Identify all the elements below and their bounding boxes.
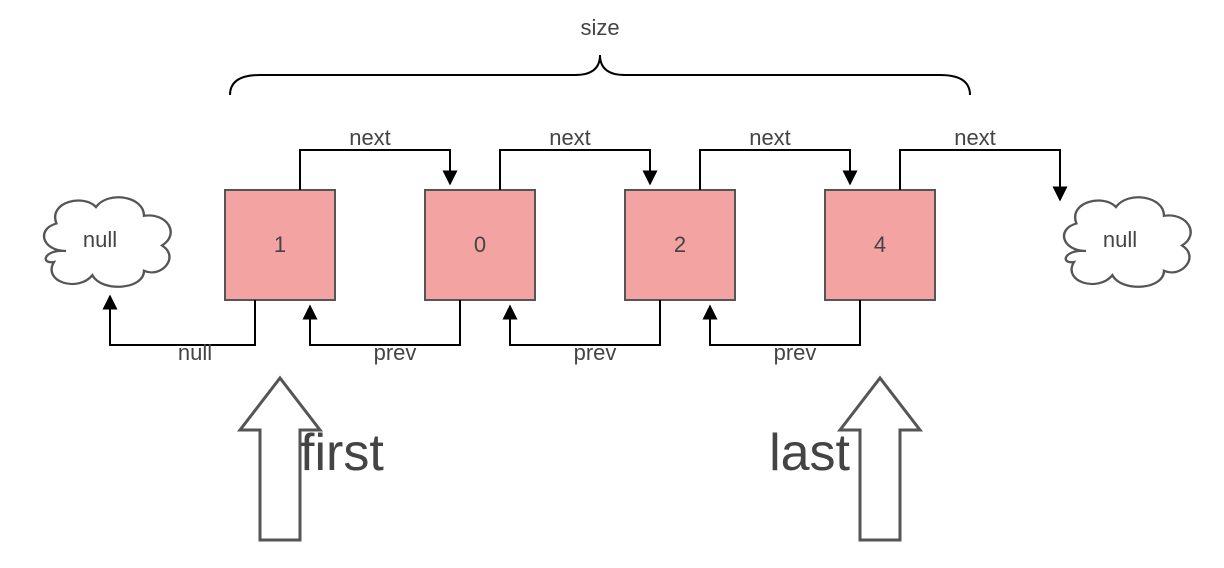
first-pointer-label: first <box>300 424 384 482</box>
next-arrow-1 <box>300 150 450 190</box>
next-label-4: next <box>954 125 996 150</box>
size-label: size <box>580 15 619 40</box>
prev-label-2: prev <box>574 340 617 365</box>
null-cloud-right-label: null <box>1103 227 1137 252</box>
next-arrow-2 <box>500 150 650 190</box>
last-pointer-arrow <box>840 378 920 540</box>
last-pointer-label: last <box>769 424 850 482</box>
null-arrow-left <box>110 296 255 345</box>
null-arrow-left-label: null <box>178 340 212 365</box>
node-4-value: 4 <box>874 232 886 257</box>
prev-label-1: prev <box>374 340 417 365</box>
prev-arrow-2 <box>510 300 660 345</box>
prev-label-3: prev <box>774 340 817 365</box>
node-2-value: 0 <box>474 232 486 257</box>
prev-arrow-3 <box>710 300 860 345</box>
node-3-value: 2 <box>674 232 686 257</box>
next-arrow-3 <box>700 150 850 190</box>
next-label-2: next <box>549 125 591 150</box>
node-1: 1 <box>225 190 335 300</box>
next-label-1: next <box>349 125 391 150</box>
node-3: 2 <box>625 190 735 300</box>
node-4: 4 <box>825 190 935 300</box>
null-cloud-left-label: null <box>83 227 117 252</box>
node-2: 0 <box>425 190 535 300</box>
node-1-value: 1 <box>274 232 286 257</box>
prev-arrow-1 <box>310 300 460 345</box>
next-label-3: next <box>749 125 791 150</box>
